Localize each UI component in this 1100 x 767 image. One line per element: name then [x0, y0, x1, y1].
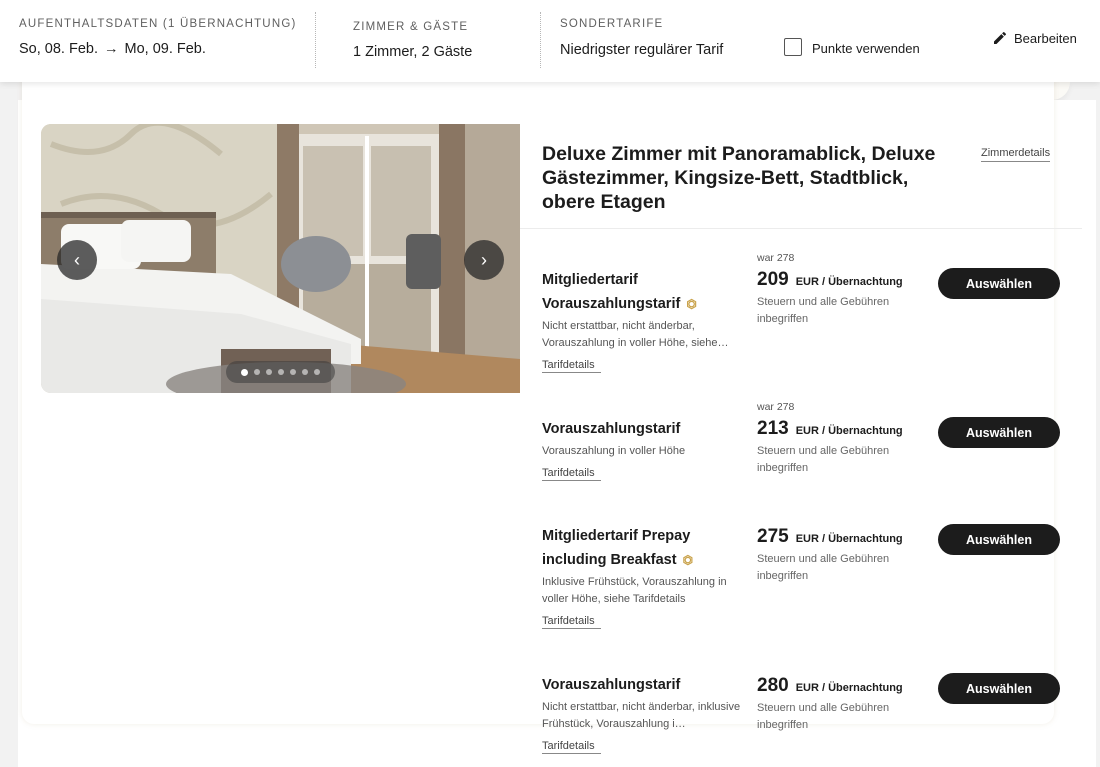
rate-details-link[interactable]: Tarifdetails — [542, 359, 601, 373]
price-unit: EUR / Übernachtung — [795, 425, 903, 437]
carousel-prev-button[interactable]: ‹ — [57, 240, 97, 280]
rate-option: Vorauszahlungstarif Nicht erstattbar, ni… — [542, 673, 742, 754]
member-tag-icon: ⏣ — [686, 297, 697, 311]
rate-name: Vorauszahlungstarif — [542, 421, 681, 437]
room-title: Deluxe Zimmer mit Panoramablick, Deluxe … — [542, 143, 936, 213]
special-rates-label: SONDERTARIFE — [560, 18, 664, 30]
rate-price: war 278 213 EUR / Übernachtung Steuern un… — [757, 401, 932, 477]
price-unit: EUR / Übernachtung — [795, 276, 903, 288]
stay-dates-value: So, 08. Feb. → Mo, 09. Feb. — [19, 41, 297, 57]
price-value: 280 — [757, 675, 789, 696]
rate-name: Mitgliedertarif Vorauszahlungstarif ⏣ — [542, 268, 742, 316]
was-price: war 278 — [757, 401, 795, 413]
use-points-label: Punkte verwenden — [812, 41, 920, 56]
rate-option: Vorauszahlungstarif Vorauszahlung in vol… — [542, 417, 742, 481]
carousel-dot[interactable] — [241, 368, 248, 376]
tax-note: Steuern und alle Gebühren inbegriffen — [757, 445, 890, 474]
stay-dates[interactable]: AUFENTHALTSDATEN (1 ÜBERNACHTUNG) So, 08… — [19, 18, 297, 57]
carousel-next-button[interactable]: › — [464, 240, 504, 280]
rate-name-line: Vorauszahlungstarif — [542, 296, 681, 312]
rate-price: war 278 209 EUR / Übernachtung Steuern un… — [757, 252, 932, 328]
price-value: 213 — [757, 418, 789, 439]
select-rate-button[interactable]: Auswählen — [938, 673, 1060, 704]
carousel-dot[interactable] — [278, 369, 284, 375]
price-amount: 213 EUR / Übernachtung — [757, 418, 932, 440]
member-tag-icon: ⏣ — [682, 553, 694, 567]
edit-button[interactable]: Bearbeiten — [992, 30, 1077, 46]
rate-price: 275 EUR / Übernachtung Steuern und alle G… — [757, 526, 932, 585]
rate-description: Nicht erstattbar, nicht änderbar, inklus… — [542, 701, 741, 730]
select-rate-button[interactable]: Auswählen — [938, 417, 1060, 448]
select-rate-button[interactable]: Auswählen — [938, 268, 1060, 299]
divider — [315, 12, 316, 68]
price-value: 209 — [757, 269, 789, 290]
stay-dates-label: AUFENTHALTSDATEN (1 ÜBERNACHTUNG) — [19, 18, 297, 30]
check-in-date: So, 08. Feb. — [19, 41, 98, 57]
special-rates[interactable]: SONDERTARIFE Niedrigster regulärer Tarif — [560, 18, 723, 58]
rooms-guests-label: ZIMMER & GÄSTE — [353, 21, 469, 33]
check-out-date: Mo, 09. Feb. — [124, 41, 206, 57]
room-photo[interactable] — [41, 124, 520, 393]
divider — [520, 228, 1082, 229]
rate-name: Mitgliedertarif Prepay including Breakfas… — [542, 524, 742, 572]
price-unit: EUR / Übernachtung — [795, 682, 903, 694]
pencil-icon — [994, 31, 1007, 44]
rooms-guests-value: 1 Zimmer, 2 Gäste — [353, 44, 473, 60]
rate-details-link[interactable]: Tarifdetails — [542, 467, 601, 481]
price-amount: 280 EUR / Übernachtung — [757, 675, 932, 697]
rooms-guests[interactable]: ZIMMER & GÄSTE 1 Zimmer, 2 Gäste — [353, 18, 472, 60]
chevron-left-icon: ‹ — [74, 249, 80, 270]
use-points-checkbox[interactable] — [784, 38, 802, 56]
rate-option: Mitgliedertarif Prepay including Breakfas… — [542, 524, 742, 629]
price-amount: 209 EUR / Übernachtung — [757, 269, 932, 291]
rate-name-line: Mitgliedertarif Prepay — [542, 528, 691, 544]
chevron-right-icon: › — [481, 249, 487, 270]
price-unit: EUR / Übernachtung — [795, 533, 903, 545]
tax-note: Steuern und alle Gebühren inbegriffen — [757, 553, 890, 582]
select-rate-button[interactable]: Auswählen — [938, 524, 1060, 555]
carousel-dot[interactable] — [314, 369, 320, 375]
rate-option: Mitgliedertarif Vorauszahlungstarif ⏣ Nic… — [542, 268, 742, 373]
carousel-dot[interactable] — [254, 369, 260, 375]
room-details-link[interactable]: Zimmerdetails — [981, 147, 1051, 162]
rate-description: Inklusive Frühstück, Vorauszahlung in vo… — [542, 576, 727, 605]
carousel-indicator — [226, 361, 335, 383]
divider — [540, 12, 541, 68]
room-photo-illustration — [41, 124, 520, 393]
arrow-right-icon: → — [104, 41, 119, 57]
price-amount: 275 EUR / Übernachtung — [757, 526, 932, 548]
carousel-dot[interactable] — [266, 369, 272, 375]
carousel-dot[interactable] — [290, 369, 296, 375]
tax-note: Steuern und alle Gebühren inbegriffen — [757, 702, 890, 731]
rate-name-line: Mitgliedertarif — [542, 272, 638, 288]
rate-name-line: including Breakfast — [542, 552, 677, 568]
rate-price: 280 EUR / Übernachtung Steuern und alle G… — [757, 675, 932, 734]
rate-details-link[interactable]: Tarifdetails — [542, 740, 601, 754]
tax-note: Steuern und alle Gebühren inbegriffen — [757, 296, 890, 325]
rate-details-link[interactable]: Tarifdetails — [542, 615, 601, 629]
rate-description: Vorauszahlung in voller Höhe — [542, 445, 686, 457]
search-summary-bar: AUFENTHALTSDATEN (1 ÜBERNACHTUNG) So, 08… — [0, 0, 1100, 82]
price-value: 275 — [757, 526, 789, 547]
special-rates-value: Niedrigster regulärer Tarif — [560, 42, 724, 58]
was-price: war 278 — [757, 252, 795, 264]
carousel-dot[interactable] — [302, 369, 308, 375]
rate-description: Nicht erstattbar, nicht änderbar, Voraus… — [542, 320, 729, 349]
edit-label: Bearbeiten — [1014, 30, 1077, 46]
rate-name: Vorauszahlungstarif — [542, 677, 681, 693]
